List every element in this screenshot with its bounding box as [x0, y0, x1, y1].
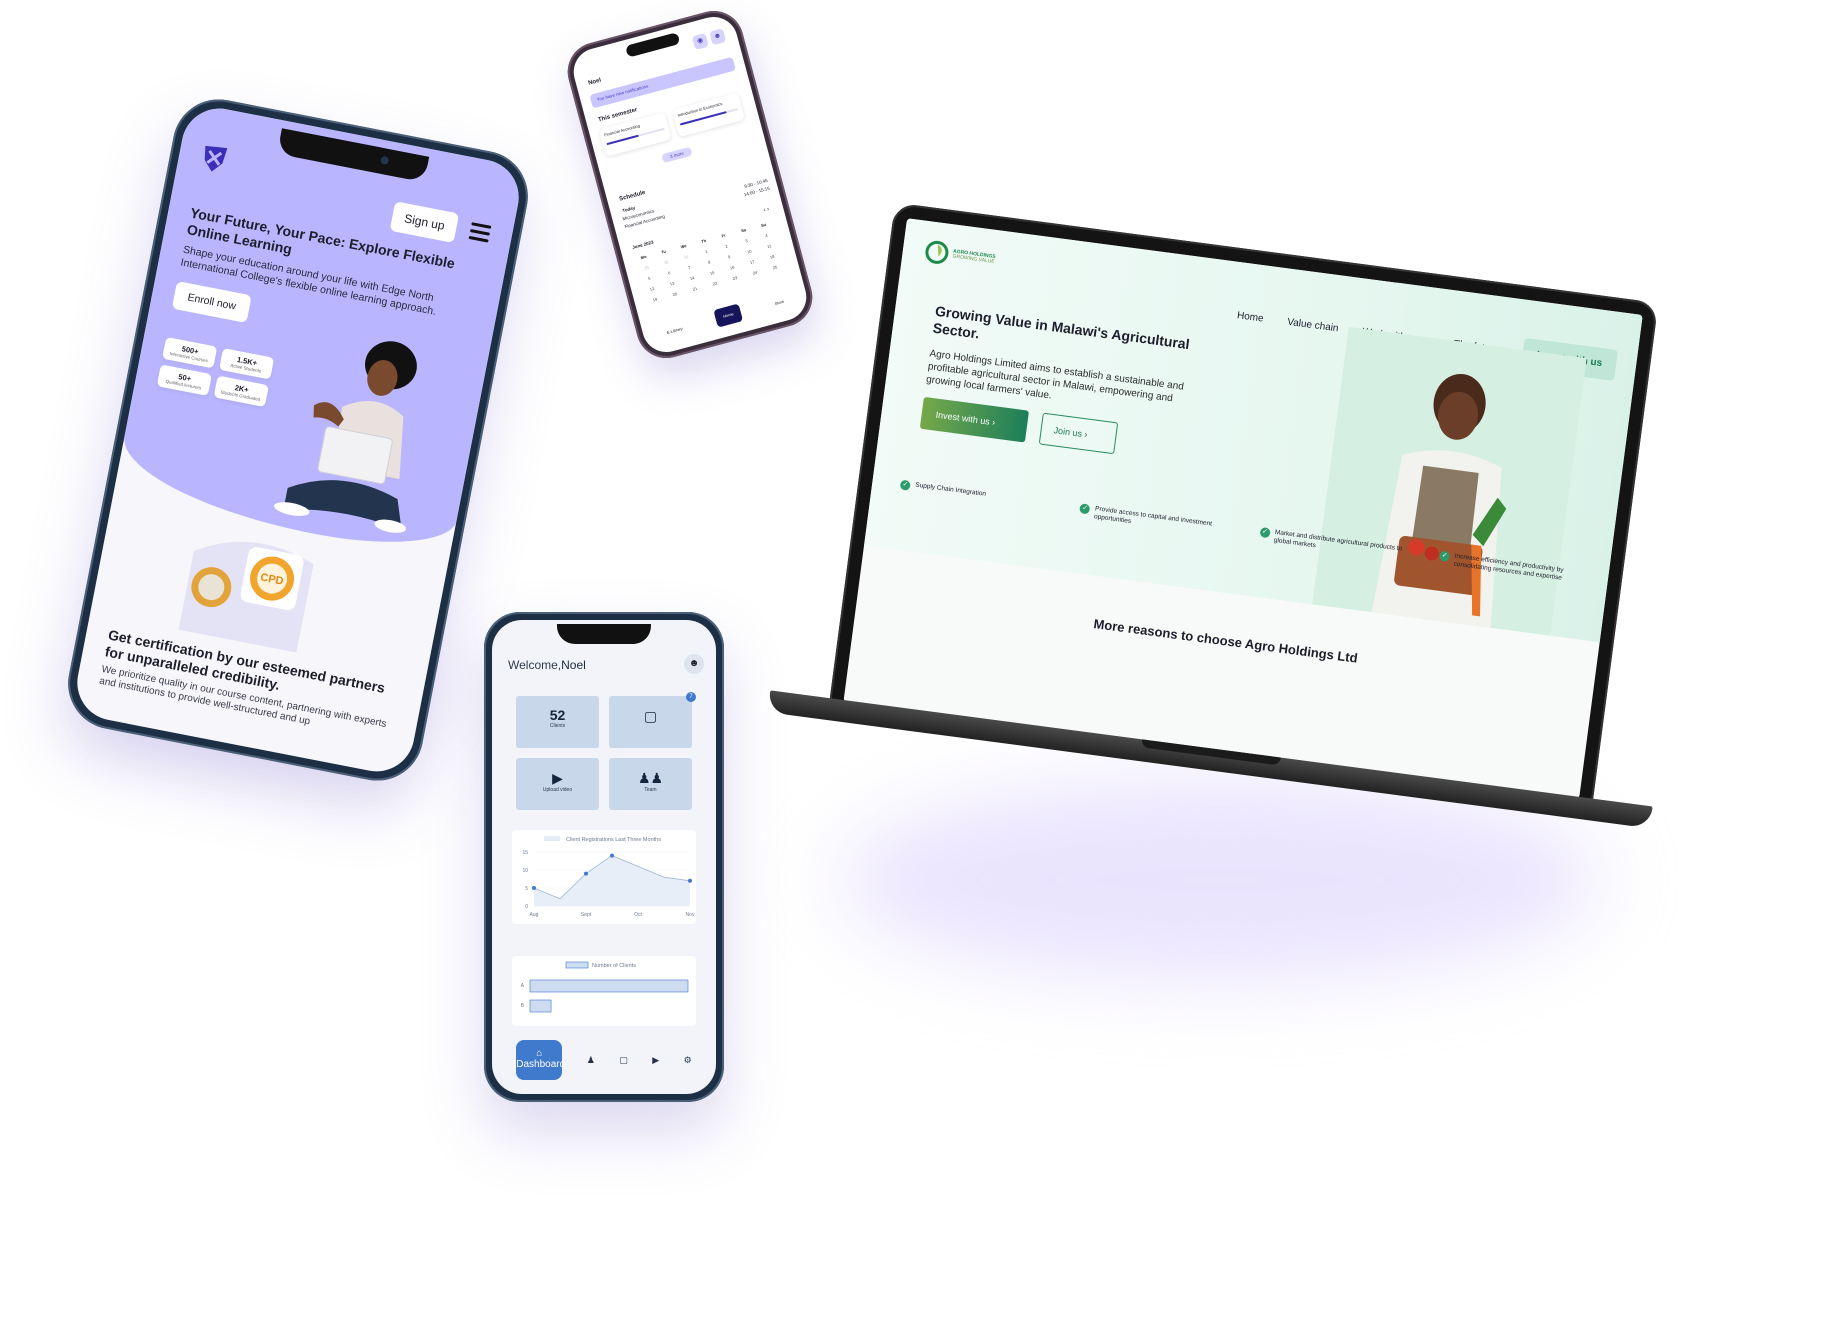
leaf-logo-icon — [925, 240, 949, 264]
nav-home[interactable]: Home — [713, 303, 744, 328]
chat-icon: ▢ — [643, 708, 658, 724]
schedule-row[interactable]: Financial Accounting 14:00 - 15:15 — [624, 186, 770, 230]
calendar-nav-icon[interactable]: ‹ › — [763, 206, 770, 213]
edge-north-phone: Sign up Your Future, Your Pace: Explore … — [60, 91, 536, 789]
x-tick-label: Oct — [634, 912, 642, 918]
hamburger-menu-icon[interactable] — [468, 222, 492, 246]
y-tick-label: 5 — [525, 886, 528, 892]
registrations-line-chart: Client Registrations Last Three Months 0 5… — [512, 830, 696, 924]
upload-video-tile[interactable]: ▶ Upload video — [516, 758, 599, 810]
data-point — [688, 878, 692, 883]
edge-north-screen: Sign up Your Future, Your Pace: Explore … — [70, 102, 526, 778]
chart-title: Client Registrations Last Three Months — [566, 837, 661, 843]
nav-video-icon[interactable]: ▶ — [652, 1055, 659, 1066]
student-illustration — [273, 341, 417, 533]
nav-users-icon[interactable]: ♟ — [587, 1055, 595, 1066]
team-tile[interactable]: ♟♟ Team — [609, 758, 692, 810]
clients-bar-chart: Number of Clients A B — [512, 956, 696, 1026]
today-label: Today — [621, 205, 636, 214]
messages-badge: 7 — [686, 692, 696, 702]
team-icon: ♟♟ — [637, 770, 664, 786]
user-settings-icon[interactable]: ☻ — [684, 654, 704, 674]
y-tick-label: 0 — [525, 904, 528, 910]
play-icon: ▶ — [552, 770, 563, 786]
y-tick-label: 10 — [522, 868, 528, 874]
notification-icon[interactable]: ◉ — [691, 32, 709, 51]
check-icon: ✓ — [1438, 550, 1451, 562]
legend-swatch — [565, 961, 589, 969]
data-point — [610, 853, 614, 858]
data-point — [584, 871, 588, 876]
nav-value-chain[interactable]: Value chain — [1287, 317, 1340, 335]
bar — [529, 979, 689, 993]
agro-screen: AGRO HOLDINGS GROWING VALUE Home Value ch… — [843, 218, 1643, 799]
schedule-row[interactable]: Microeconomics 9:30 - 10:45 — [622, 178, 768, 222]
check-icon: ✓ — [899, 479, 911, 491]
student-screen: Noel ◉ ☻ You have new notifications This… — [568, 11, 812, 358]
y-tick-label: 15 — [522, 850, 528, 856]
bar — [529, 999, 552, 1013]
admin-screen: Welcome,Noel ☻ 52 Clients ▢ 7 ▶ Upload vide… — [492, 620, 716, 1094]
legend-swatch — [544, 836, 560, 841]
nav-home[interactable]: Home — [1236, 310, 1264, 324]
x-tick-label: Sept — [581, 912, 592, 918]
admin-phone: Welcome,Noel ☻ 52 Clients ▢ 7 ▶ Upload vide… — [484, 612, 724, 1102]
student-phone: Noel ◉ ☻ You have new notifications This… — [561, 4, 819, 365]
calendar-month: June 2023 — [631, 239, 655, 250]
nav-chat-icon[interactable]: ▢ — [619, 1055, 628, 1066]
farmer-photo — [1312, 326, 1587, 636]
clients-tile[interactable]: 52 Clients — [516, 696, 599, 748]
nav-store[interactable]: Store — [774, 298, 785, 305]
dashboard-tiles: 52 Clients ▢ 7 ▶ Upload video ♟♟ Team — [516, 692, 696, 810]
nav-elibrary[interactable]: E-Library — [666, 325, 683, 334]
check-icon: ✓ — [1259, 526, 1271, 539]
calendar-grid[interactable]: Mo Tu We Th Fr Sa Su 29 30 31 1 2 3 4 5 6 7 8 9 10 11 12 13… — [633, 220, 786, 305]
agro-laptop: AGRO HOLDINGS GROWING VALUE Home Value ch… — [752, 195, 1718, 946]
y-tick-label: A — [521, 983, 525, 989]
nav-settings-icon[interactable]: ⚙ — [684, 1055, 692, 1066]
x-tick-label: Nov — [686, 912, 695, 918]
course-card[interactable]: Introduction to Economics — [672, 92, 746, 138]
x-tick-label: Aug — [530, 912, 539, 918]
y-tick-label: B — [521, 1003, 525, 1009]
messages-tile[interactable]: ▢ 7 — [609, 692, 696, 748]
series-area — [534, 855, 690, 906]
more-courses-button[interactable]: 3 more — [661, 146, 693, 164]
profile-icon[interactable]: ☻ — [709, 28, 727, 46]
student-name: Noel — [587, 77, 602, 87]
welcome-text: Welcome,Noel — [508, 658, 586, 672]
data-point — [532, 886, 536, 890]
nav-dashboard[interactable]: ⌂ Dashboard — [516, 1040, 565, 1080]
legend-label: Number of Clients — [592, 963, 636, 969]
check-icon: ✓ — [1079, 503, 1091, 515]
bottom-nav: ⌂ Dashboard ♟ ▢ ▶ ⚙ — [504, 1040, 704, 1080]
partner-badges: CPD — [178, 541, 314, 653]
schedule-heading: Schedule — [618, 189, 647, 203]
